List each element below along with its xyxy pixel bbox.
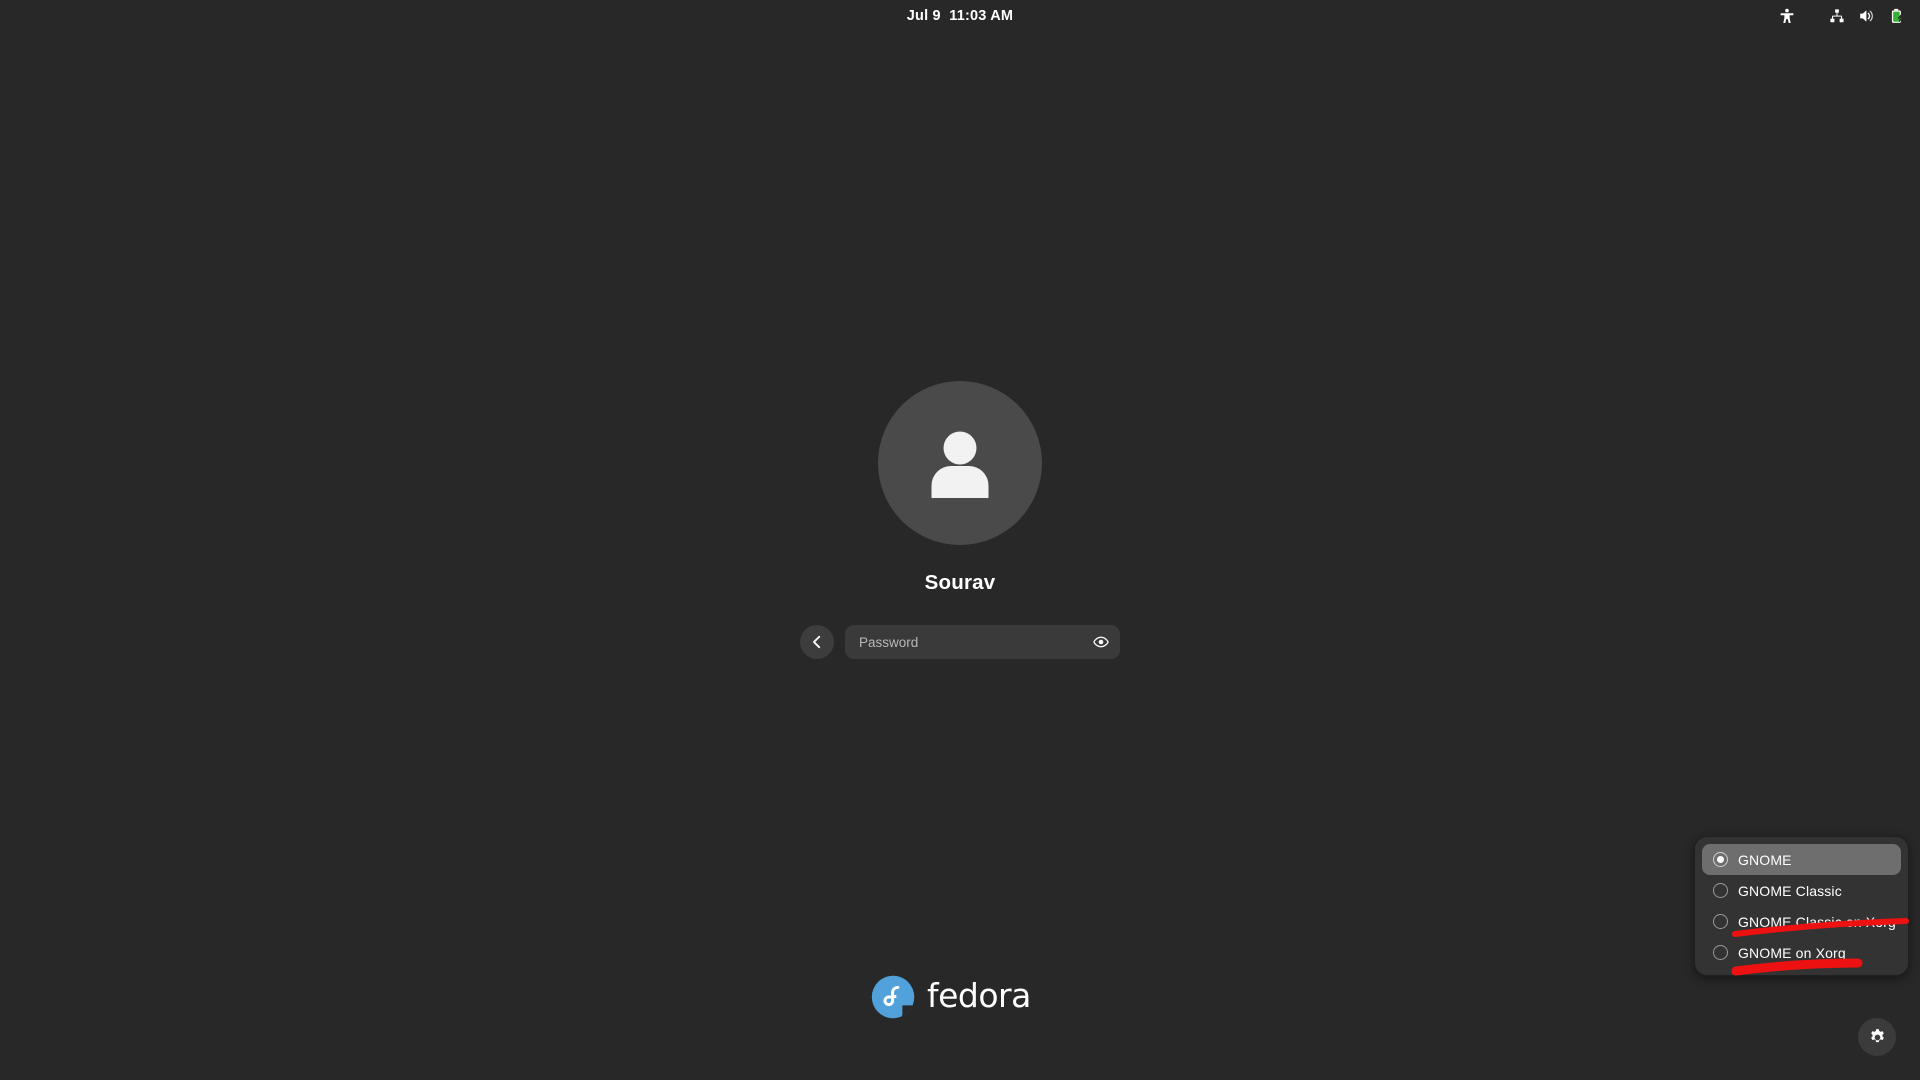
radio-selected-icon (1713, 852, 1728, 867)
password-entry-row (800, 625, 1120, 659)
session-settings-gear-button[interactable] (1858, 1018, 1896, 1056)
fedora-logo-icon (871, 975, 915, 1019)
battery-charging-icon[interactable] (1882, 0, 1912, 31)
volume-icon[interactable] (1852, 0, 1882, 31)
authentication-area: Sourav (0, 0, 1920, 1080)
radio-icon (1713, 945, 1728, 960)
avatar (878, 381, 1042, 545)
session-item-label: GNOME on Xorg (1738, 944, 1846, 961)
status-indicators (1772, 0, 1912, 31)
back-button[interactable] (800, 625, 834, 659)
svg-text:fedora: fedora (927, 977, 1031, 1015)
radio-icon (1713, 914, 1728, 929)
session-item-gnome-classic[interactable]: GNOME Classic (1702, 875, 1901, 906)
password-field-wrapper (845, 625, 1120, 659)
accessibility-icon[interactable] (1772, 0, 1802, 31)
top-bar: Jul 9 11:03 AM (0, 0, 1920, 31)
fedora-branding: fedora (0, 975, 1920, 1019)
gear-icon (1870, 1028, 1884, 1042)
radio-icon (1713, 883, 1728, 898)
session-menu: GNOME GNOME Classic GNOME Classic on Xor… (1694, 836, 1909, 976)
user-name: Sourav (924, 571, 996, 594)
reveal-password-icon[interactable] (1088, 625, 1114, 659)
session-item-label: GNOME (1738, 851, 1792, 868)
clock[interactable]: Jul 9 11:03 AM (907, 8, 1013, 24)
network-wired-icon[interactable] (1822, 0, 1852, 31)
password-input[interactable] (845, 625, 1120, 659)
fedora-wordmark: fedora (927, 977, 1031, 1015)
session-item-gnome-classic-on-xorg[interactable]: GNOME Classic on Xorg (1702, 906, 1901, 937)
session-item-label: GNOME Classic on Xorg (1738, 913, 1896, 930)
session-item-label: GNOME Classic (1738, 882, 1842, 899)
session-item-gnome[interactable]: GNOME (1702, 844, 1901, 875)
session-item-gnome-on-xorg[interactable]: GNOME on Xorg (1702, 937, 1901, 968)
